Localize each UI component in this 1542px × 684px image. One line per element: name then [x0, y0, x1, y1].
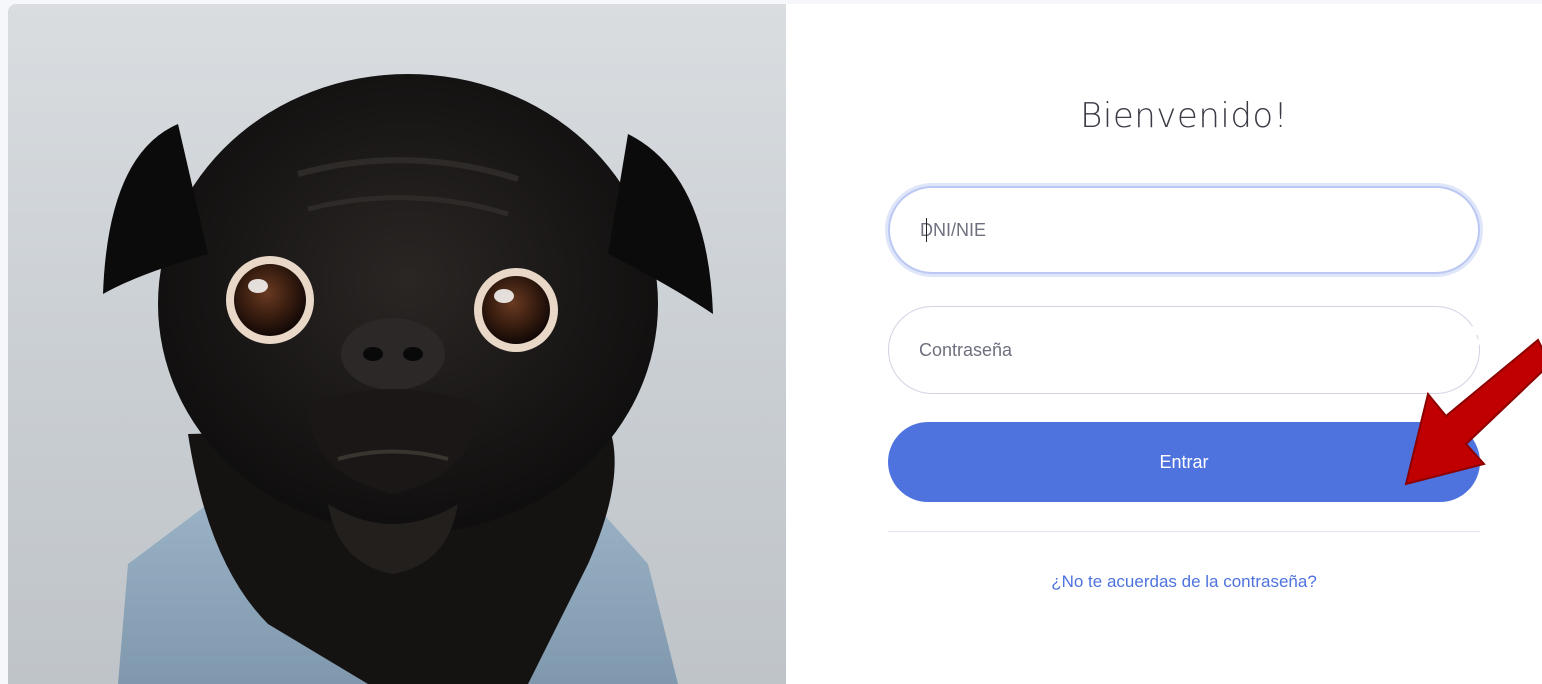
welcome-title: Bienvenido! [1080, 96, 1288, 136]
login-page: Bienvenido! Entrar ¿No te acuerdas de la… [0, 0, 1542, 684]
login-card: Bienvenido! Entrar ¿No te acuerdas de la… [8, 4, 1542, 684]
forgot-password-link[interactable]: ¿No te acuerdas de la contraseña? [888, 572, 1480, 592]
dni-nie-input[interactable] [888, 186, 1480, 274]
pug-photo [8, 4, 786, 684]
pug-illustration [103, 74, 713, 684]
text-caret [926, 218, 927, 242]
form-divider [888, 531, 1480, 532]
